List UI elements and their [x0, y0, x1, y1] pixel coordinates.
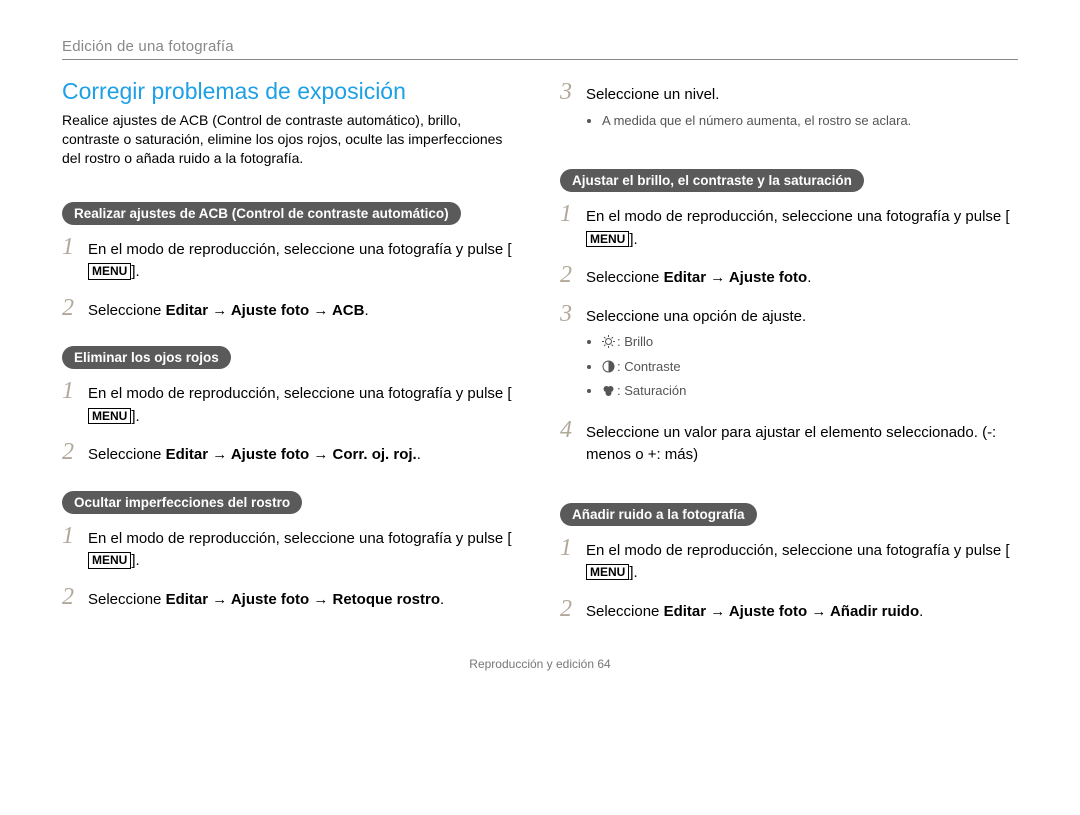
step-number: 1 [62, 235, 88, 259]
step-post: ]. [131, 263, 139, 280]
step-number: 1 [560, 536, 586, 560]
menu-button-label: MENU [88, 408, 131, 424]
breadcrumb: Edición de una fotografía [62, 38, 1018, 60]
left-column: Corregir problemas de exposición Realice… [62, 78, 520, 641]
right-column: 3 Seleccione un nivel. A medida que el n… [560, 78, 1018, 641]
option-saturation: : Saturación [602, 381, 806, 403]
step-pre: En el modo de reproducción, seleccione u… [88, 241, 512, 258]
step-number: 2 [62, 585, 88, 609]
option-label: : Saturación [617, 383, 686, 398]
step-post: ]. [131, 408, 139, 425]
step-number: 1 [560, 202, 586, 226]
sub-bullet: A medida que el número aumenta, el rostr… [602, 111, 911, 131]
step-number: 3 [560, 302, 586, 326]
menu-button-label: MENU [88, 552, 131, 568]
step-number: 1 [62, 524, 88, 548]
option-brightness: : Brillo [602, 332, 806, 354]
step-number: 3 [560, 80, 586, 104]
step-pre: En el modo de reproducción, seleccione u… [88, 385, 512, 402]
step-content: Seleccione un nivel. [586, 86, 719, 103]
step-number: 2 [560, 597, 586, 621]
option-label: : Contraste [617, 359, 681, 374]
step-number: 2 [62, 296, 88, 320]
section-heading-acb: Realizar ajustes de ACB (Control de cont… [62, 202, 461, 225]
step-post: ]. [629, 231, 637, 248]
step-text: Seleccione una opción de ajuste. : Brill… [586, 306, 806, 406]
step-number: 1 [62, 379, 88, 403]
step-post: . [919, 603, 923, 620]
page-footer: Reproducción y edición 64 [62, 657, 1018, 671]
step-pre: Seleccione [88, 446, 166, 463]
step-text: En el modo de reproducción, seleccione u… [88, 528, 520, 573]
step-text: Seleccione Editar → Ajuste foto. [586, 267, 811, 290]
step-text: En el modo de reproducción, seleccione u… [88, 383, 520, 428]
option-contrast: : Contraste [602, 357, 806, 379]
step-text: Seleccione un nivel. A medida que el núm… [586, 84, 911, 133]
step-pre: Seleccione [586, 603, 664, 620]
section-heading-bcs: Ajustar el brillo, el contraste y la sat… [560, 169, 864, 192]
step-pre: En el modo de reproducción, seleccione u… [586, 208, 1010, 225]
step-post: . [807, 269, 811, 286]
step-text: Seleccione Editar → Ajuste foto → Retoqu… [88, 589, 444, 612]
menu-path: Editar → Ajuste foto → ACB [166, 302, 365, 319]
menu-path: Editar → Ajuste foto → Añadir ruido [664, 603, 920, 620]
saturation-icon [602, 383, 615, 403]
step-pre: En el modo de reproducción, seleccione u… [586, 542, 1010, 559]
step-number: 2 [560, 263, 586, 287]
menu-path: Editar → Ajuste foto [664, 269, 808, 286]
step-number: 2 [62, 440, 88, 464]
menu-button-label: MENU [586, 564, 629, 580]
step-text: Seleccione Editar → Ajuste foto → ACB. [88, 300, 369, 323]
step-text: Seleccione Editar → Ajuste foto → Añadir… [586, 601, 923, 624]
step-pre: En el modo de reproducción, seleccione u… [88, 530, 512, 547]
menu-button-label: MENU [88, 263, 131, 279]
step-pre: Seleccione [88, 591, 166, 608]
step-pre: Seleccione [586, 269, 664, 286]
step-text: En el modo de reproducción, seleccione u… [586, 206, 1018, 251]
section-heading-noise: Añadir ruido a la fotografía [560, 503, 757, 526]
step-text: En el modo de reproducción, seleccione u… [88, 239, 520, 284]
step-post: . [364, 302, 368, 319]
step-text: En el modo de reproducción, seleccione u… [586, 540, 1018, 585]
option-label: : Brillo [617, 334, 653, 349]
step-post: . [440, 591, 444, 608]
page-title: Corregir problemas de exposición [62, 78, 520, 105]
step-number: 4 [560, 418, 586, 442]
step-text: Seleccione un valor para ajustar el elem… [586, 422, 1018, 467]
section-heading-face: Ocultar imperfecciones del rostro [62, 491, 302, 514]
menu-path: Editar → Ajuste foto → Corr. oj. roj. [166, 446, 417, 463]
intro-text: Realice ajustes de ACB (Control de contr… [62, 111, 520, 168]
step-pre: Seleccione [88, 302, 166, 319]
step-post: ]. [629, 564, 637, 581]
menu-path: Editar → Ajuste foto → Retoque rostro [166, 591, 440, 608]
section-heading-redeye: Eliminar los ojos rojos [62, 346, 231, 369]
contrast-icon [602, 359, 615, 379]
brightness-icon [602, 334, 615, 354]
step-text: Seleccione Editar → Ajuste foto → Corr. … [88, 444, 421, 467]
menu-button-label: MENU [586, 231, 629, 247]
step-post: ]. [131, 552, 139, 569]
step-post: . [417, 446, 421, 463]
step-content: Seleccione una opción de ajuste. [586, 308, 806, 325]
